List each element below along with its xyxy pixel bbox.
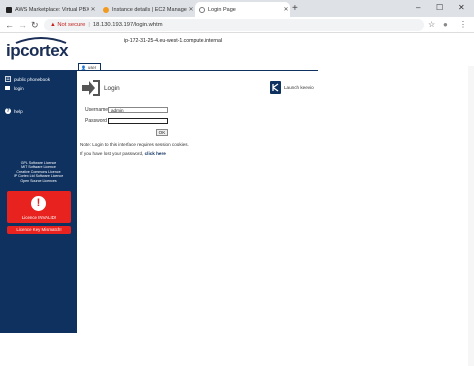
browser-window: AWS Marketplace: Virtual PBX ✕ Instance … <box>0 0 474 366</box>
minimize-button[interactable]: – <box>416 1 420 15</box>
tab-label: Instance details | EC2 Managem <box>112 6 187 13</box>
tab-ec2-instance[interactable]: Instance details | EC2 Managem ✕ <box>99 2 195 17</box>
launch-keevio-label: Launch keevio <box>284 85 314 90</box>
sidebar: public phonebook login ? help GPL Softwa… <box>0 70 77 333</box>
tab-strip-line <box>77 70 318 71</box>
username-label: Username <box>85 107 109 113</box>
profile-icon[interactable]: ● <box>443 19 448 31</box>
star-icon[interactable]: ☆ <box>428 19 435 31</box>
sidebar-item-label: public phonebook <box>14 76 51 82</box>
back-button[interactable]: ← <box>5 19 14 31</box>
close-window-button[interactable]: ✕ <box>458 1 465 15</box>
licence-key-button[interactable]: Licence Key Mismatch! <box>7 226 71 234</box>
close-icon[interactable]: ✕ <box>89 6 97 13</box>
licence-alert-text: Licence INVALID! <box>21 215 57 220</box>
login-arrow-icon <box>82 80 100 96</box>
alert-icon: ! <box>31 196 46 211</box>
sidebar-item-label: help <box>14 108 23 114</box>
sidebar-item-public-phonebook[interactable]: public phonebook <box>5 76 50 82</box>
ok-button[interactable]: OK <box>156 129 168 136</box>
tab-login-page[interactable]: Login Page ✕ <box>195 2 290 17</box>
tab-aws-marketplace[interactable]: AWS Marketplace: Virtual PBX ✕ <box>2 2 97 17</box>
globe-icon <box>199 6 205 13</box>
lost-password-link[interactable]: click here <box>145 151 166 156</box>
lost-password-note: If you have lost your password, click he… <box>80 151 166 156</box>
security-warning: Not secure <box>57 22 86 28</box>
help-icon: ? <box>5 108 11 114</box>
keevio-icon <box>270 81 281 94</box>
login-header: Login <box>82 80 120 96</box>
scrollbar[interactable] <box>468 66 474 366</box>
address-bar: ← → ↻ ▲ Not secure | 18.130.193.197/login.… <box>0 17 474 33</box>
tab-label: AWS Marketplace: Virtual PBX <box>15 6 89 13</box>
launch-keevio-button[interactable]: Launch keevio <box>270 81 314 94</box>
sidebar-item-login[interactable]: login <box>5 85 24 91</box>
password-field[interactable] <box>108 118 168 124</box>
sidebar-item-help[interactable]: ? help <box>5 108 23 114</box>
reload-button[interactable]: ↻ <box>31 19 39 31</box>
licence-links: GPL Software Licence MIT Software Licenc… <box>0 161 77 183</box>
url-text: 18.130.193.197/login.whtm <box>92 22 163 28</box>
amazon-icon <box>6 6 12 13</box>
forward-button[interactable]: → <box>18 19 27 31</box>
username-field[interactable] <box>108 107 168 113</box>
tab-label: Login Page <box>208 6 236 13</box>
licence-alert: ! Licence INVALID! <box>7 191 71 223</box>
licence-link[interactable]: Open Source Licences <box>0 179 77 183</box>
hostname: ip-172-31-25-4.eu-west-1.compute.interna… <box>124 38 223 44</box>
login-title: Login <box>104 84 120 92</box>
maximize-button[interactable]: ☐ <box>436 1 443 15</box>
close-icon[interactable]: ✕ <box>282 6 290 13</box>
tab-bar: AWS Marketplace: Virtual PBX ✕ Instance … <box>0 0 474 17</box>
sidebar-item-label: login <box>14 85 24 91</box>
key-icon <box>5 85 11 91</box>
aws-icon <box>103 6 109 13</box>
phonebook-icon <box>5 76 11 82</box>
menu-icon[interactable]: ⋮ <box>459 19 467 31</box>
cookie-note: Note: Login to this interface requires s… <box>80 142 189 147</box>
lost-password-text: If you have lost your password, <box>80 151 144 156</box>
separator: | <box>88 22 90 28</box>
url-field[interactable]: ▲ Not secure | 18.130.193.197/login.whtm <box>44 19 424 31</box>
page-content: ipcortex ip-172-31-25-4.eu-west-1.comput… <box>0 33 474 366</box>
password-label: Password <box>85 118 107 124</box>
close-icon[interactable]: ✕ <box>187 6 195 13</box>
logo-text: ipcortex <box>6 41 69 60</box>
new-tab-button[interactable]: + <box>292 3 298 15</box>
ipcortex-logo: ipcortex <box>6 35 69 65</box>
